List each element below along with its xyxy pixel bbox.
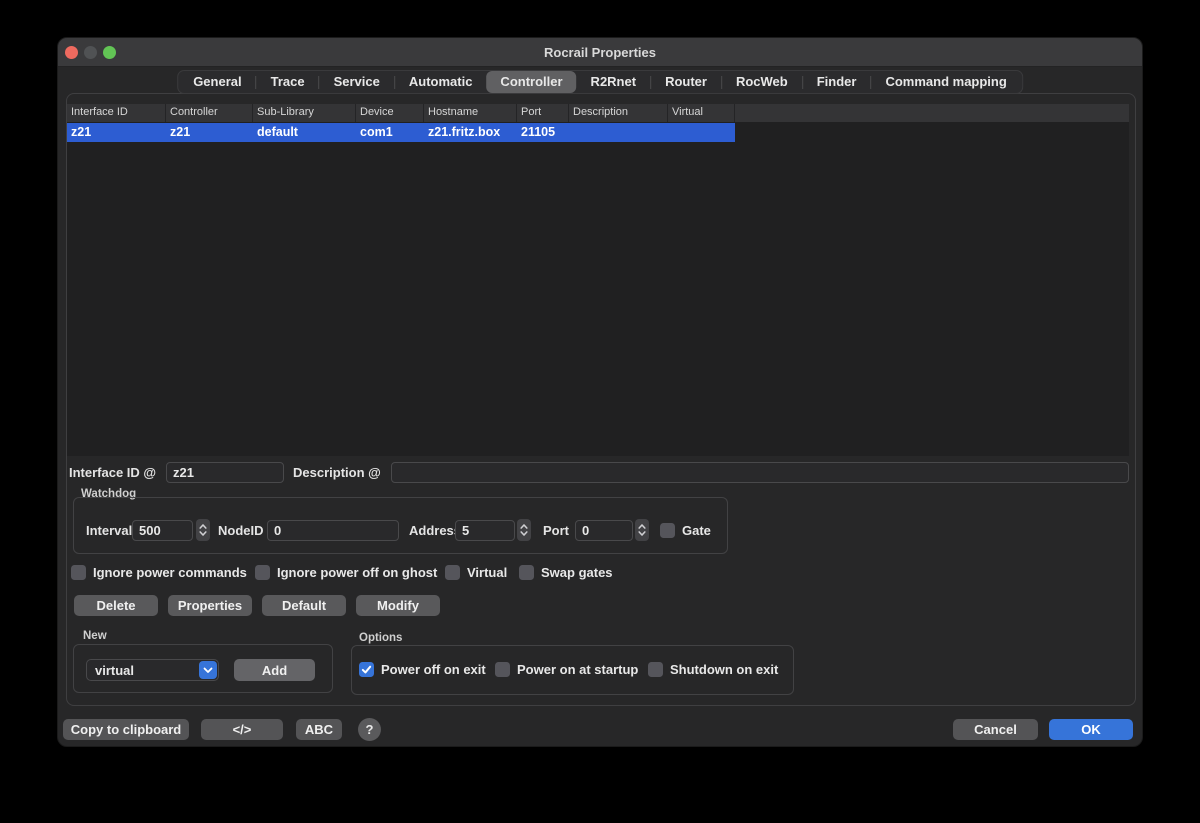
nodeid-input[interactable]: 0 [267,520,399,541]
delete-button[interactable]: Delete [74,595,158,616]
column-header-filler [735,104,1129,122]
column-header-controller[interactable]: Controller [166,104,253,122]
titlebar: Rocrail Properties [58,38,1142,67]
column-header-hostname[interactable]: Hostname [424,104,517,122]
copy-to-clipboard-button[interactable]: Copy to clipboard [63,719,189,740]
modify-button[interactable]: Modify [356,595,440,616]
options-group-label: Options [359,632,402,644]
cell-device: com1 [356,123,424,142]
rocrail-properties-window: Rocrail Properties General Trace Service… [57,37,1143,747]
cancel-button[interactable]: Cancel [953,719,1038,740]
tab-trace[interactable]: Trace [257,71,319,93]
column-header-virtual[interactable]: Virtual [668,104,735,122]
interval-label: Interval [86,520,132,541]
new-group-label: New [83,630,107,642]
interface-id-input[interactable]: z21 [166,462,284,483]
gate-label: Gate [682,521,711,540]
default-button[interactable]: Default [262,595,346,616]
ignore-power-off-on-ghost-checkbox[interactable] [255,565,270,580]
shutdown-on-exit-label: Shutdown on exit [670,660,778,679]
column-header-sub-library[interactable]: Sub-Library [253,104,356,122]
tab-bar: General Trace Service Automatic Controll… [177,70,1023,94]
column-header-device[interactable]: Device [356,104,424,122]
address-label: Address [409,520,461,541]
ignore-power-commands-label: Ignore power commands [93,563,247,582]
gate-checkbox[interactable] [660,523,675,538]
ok-button[interactable]: OK [1049,719,1133,740]
add-button[interactable]: Add [234,659,315,681]
shutdown-on-exit-checkbox[interactable] [648,662,663,677]
column-header-port[interactable]: Port [517,104,569,122]
tab-finder[interactable]: Finder [803,71,871,93]
interval-stepper[interactable] [196,519,210,541]
description-input[interactable] [391,462,1129,483]
chevron-up-down-icon [198,522,208,538]
chevron-up-down-icon [637,522,647,538]
column-header-interface-id[interactable]: Interface ID [67,104,166,122]
tab-automatic[interactable]: Automatic [395,71,487,93]
cell-controller: z21 [166,123,253,142]
controller-type-value: virtual [87,663,199,678]
properties-button[interactable]: Properties [168,595,252,616]
virtual-label: Virtual [467,563,507,582]
ignore-power-off-on-ghost-label: Ignore power off on ghost [277,563,437,582]
power-off-on-exit-checkbox[interactable] [359,662,374,677]
watchdog-port-input[interactable]: 0 [575,520,633,541]
swap-gates-label: Swap gates [541,563,613,582]
chevron-up-down-icon [519,522,529,538]
watchdog-port-label: Port [543,520,569,541]
tab-router[interactable]: Router [651,71,721,93]
swap-gates-checkbox[interactable] [519,565,534,580]
table-header-row: Interface ID Controller Sub-Library Devi… [67,104,1129,122]
cell-port: 21105 [517,123,569,142]
ignore-power-commands-checkbox[interactable] [71,565,86,580]
tab-rocweb[interactable]: RocWeb [722,71,802,93]
chevron-down-icon [203,667,213,674]
power-on-at-startup-checkbox[interactable] [495,662,510,677]
cell-hostname: z21.fritz.box [424,123,517,142]
cell-description [569,123,668,142]
tab-service[interactable]: Service [320,71,394,93]
tab-r2rnet[interactable]: R2Rnet [577,71,651,93]
power-on-at-startup-label: Power on at startup [517,660,638,679]
nodeid-label: NodeID [218,520,264,541]
column-header-description[interactable]: Description [569,104,668,122]
abc-button[interactable]: ABC [296,719,342,740]
check-icon [361,664,372,675]
tab-command-mapping[interactable]: Command mapping [871,71,1020,93]
interval-input[interactable]: 500 [132,520,193,541]
address-input[interactable]: 5 [455,520,515,541]
port-stepper[interactable] [635,519,649,541]
power-off-on-exit-label: Power off on exit [381,660,486,679]
address-stepper[interactable] [517,519,531,541]
combo-dropdown-button[interactable] [199,661,217,679]
window-title: Rocrail Properties [58,38,1142,67]
description-label: Description @ [293,462,381,483]
tab-general[interactable]: General [179,71,255,93]
controller-type-select[interactable]: virtual [86,659,219,681]
cell-sub-library: default [253,123,356,142]
cell-interface-id: z21 [67,123,166,142]
virtual-checkbox[interactable] [445,565,460,580]
xml-code-button[interactable]: </> [201,719,283,740]
interface-id-label: Interface ID @ [69,462,156,483]
tab-controller[interactable]: Controller [486,71,576,93]
help-button[interactable]: ? [358,718,381,741]
cell-virtual [668,123,735,142]
table-row[interactable]: z21 z21 default com1 z21.fritz.box 21105 [67,123,735,142]
controllers-table: Interface ID Controller Sub-Library Devi… [67,104,1129,456]
